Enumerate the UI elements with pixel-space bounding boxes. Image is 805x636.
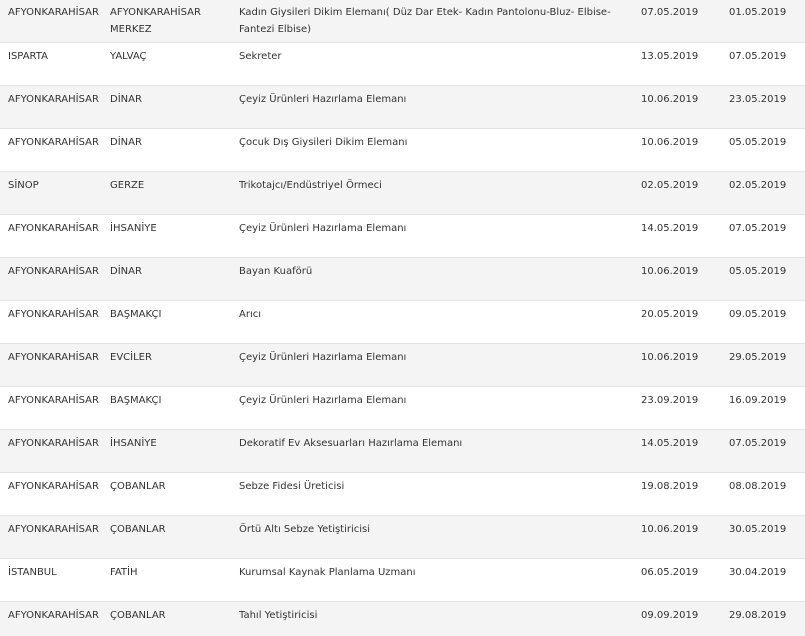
start-date-cell: 09.09.2019 <box>641 610 699 621</box>
city-cell: AFYONKARAHİSAR <box>8 266 99 277</box>
course-cell: Çocuk Dış Giysileri Dikim Elemanı <box>239 137 408 148</box>
district-cell: ÇOBANLAR <box>110 524 166 535</box>
city-cell: AFYONKARAHİSAR <box>8 7 99 18</box>
end-date-cell: 07.05.2019 <box>729 223 787 234</box>
table-row[interactable]: AFYONKARAHİSAR ÇOBANLAR Tahıl Yetiştiricis… <box>0 602 805 636</box>
table-row[interactable]: AFYONKARAHİSAR EVCİLER Çeyiz Ürünleri Hazı… <box>0 344 805 387</box>
district-cell: AFYONKARAHİSAR MERKEZ <box>110 7 201 35</box>
table-row[interactable]: AFYONKARAHİSAR AFYONKARAHİSAR MERKEZ Kadın… <box>0 0 805 43</box>
city-cell: AFYONKARAHİSAR <box>8 395 99 406</box>
district-cell: ÇOBANLAR <box>110 610 166 621</box>
city-cell: AFYONKARAHİSAR <box>8 137 99 148</box>
city-cell: ISPARTA <box>8 51 48 62</box>
district-cell: YALVAÇ <box>110 51 147 62</box>
table-row[interactable]: AFYONKARAHİSAR BAŞMAKÇI Arıcı 20.05.2019 09.… <box>0 301 805 344</box>
end-date-cell: 08.08.2019 <box>729 481 787 492</box>
city-cell: AFYONKARAHİSAR <box>8 524 99 535</box>
course-cell: Sebze Fidesi Üreticisi <box>239 481 345 492</box>
start-date-cell: 10.06.2019 <box>641 94 699 105</box>
city-cell: AFYONKARAHİSAR <box>8 94 99 105</box>
course-cell: Bayan Kuaförü <box>239 266 313 277</box>
start-date-cell: 10.06.2019 <box>641 524 699 535</box>
district-cell: DİNAR <box>110 94 142 105</box>
table-row[interactable]: AFYONKARAHİSAR ÇOBANLAR Sebze Fidesi Üreti… <box>0 473 805 516</box>
end-date-cell: 02.05.2019 <box>729 180 787 191</box>
course-cell: Tahıl Yetiştiricisi <box>239 610 318 621</box>
district-cell: FATİH <box>110 567 138 578</box>
table-row[interactable]: AFYONKARAHİSAR DİNAR Çeyiz Ürünleri Hazırl… <box>0 86 805 129</box>
start-date-cell: 07.05.2019 <box>641 7 699 18</box>
city-cell: AFYONKARAHİSAR <box>8 610 99 621</box>
start-date-cell: 14.05.2019 <box>641 223 699 234</box>
end-date-cell: 23.05.2019 <box>729 94 787 105</box>
district-cell: İHSANİYE <box>110 223 157 234</box>
course-cell: Kadın Giysileri Dikim Elemanı( Düz Dar E… <box>239 7 611 35</box>
table-row[interactable]: AFYONKARAHİSAR İHSANİYE Dekoratif Ev Akses… <box>0 430 805 473</box>
end-date-cell: 05.05.2019 <box>729 266 787 277</box>
start-date-cell: 06.05.2019 <box>641 567 699 578</box>
course-cell: Çeyiz Ürünleri Hazırlama Elemanı <box>239 94 407 105</box>
end-date-cell: 07.05.2019 <box>729 438 787 449</box>
district-cell: GERZE <box>110 180 145 191</box>
start-date-cell: 20.05.2019 <box>641 309 699 320</box>
end-date-cell: 16.09.2019 <box>729 395 787 406</box>
district-cell: EVCİLER <box>110 352 152 363</box>
table-row[interactable]: SİNOP GERZE Trikotajcı/Endüstriyel Örmeci 0… <box>0 172 805 215</box>
district-cell: DİNAR <box>110 266 142 277</box>
start-date-cell: 02.05.2019 <box>641 180 699 191</box>
course-cell: Örtü Altı Sebze Yetiştiricisi <box>239 524 371 535</box>
table-row[interactable]: AFYONKARAHİSAR DİNAR Çocuk Dış Giysileri D… <box>0 129 805 172</box>
table-row[interactable]: ISPARTA YALVAÇ Sekreter 13.05.2019 07.05.201… <box>0 43 805 86</box>
city-cell: SİNOP <box>8 180 39 191</box>
table-row[interactable]: AFYONKARAHİSAR İHSANİYE Çeyiz Ürünleri Haz… <box>0 215 805 258</box>
table-row[interactable]: AFYONKARAHİSAR BAŞMAKÇI Çeyiz Ürünleri Haz… <box>0 387 805 430</box>
table-row[interactable]: AFYONKARAHİSAR ÇOBANLAR Örtü Altı Sebze Ye… <box>0 516 805 559</box>
end-date-cell: 05.05.2019 <box>729 137 787 148</box>
course-cell: Arıcı <box>239 309 262 320</box>
district-cell: BAŞMAKÇI <box>110 309 162 320</box>
course-cell: Çeyiz Ürünleri Hazırlama Elemanı <box>239 223 407 234</box>
start-date-cell: 13.05.2019 <box>641 51 699 62</box>
start-date-cell: 10.06.2019 <box>641 352 699 363</box>
course-cell: Trikotajcı/Endüstriyel Örmeci <box>239 180 382 191</box>
city-cell: AFYONKARAHİSAR <box>8 223 99 234</box>
end-date-cell: 30.04.2019 <box>729 567 787 578</box>
city-cell: AFYONKARAHİSAR <box>8 309 99 320</box>
course-cell: Dekoratif Ev Aksesuarları Hazırlama Elem… <box>239 438 463 449</box>
course-cell: Çeyiz Ürünleri Hazırlama Elemanı <box>239 395 407 406</box>
end-date-cell: 07.05.2019 <box>729 51 787 62</box>
city-cell: AFYONKARAHİSAR <box>8 352 99 363</box>
table-row[interactable]: AFYONKARAHİSAR DİNAR Bayan Kuaförü 10.06.20… <box>0 258 805 301</box>
start-date-cell: 23.09.2019 <box>641 395 699 406</box>
district-cell: BAŞMAKÇI <box>110 395 162 406</box>
district-cell: ÇOBANLAR <box>110 481 166 492</box>
district-cell: DİNAR <box>110 137 142 148</box>
end-date-cell: 29.05.2019 <box>729 352 787 363</box>
city-cell: AFYONKARAHİSAR <box>8 438 99 449</box>
course-cell: Sekreter <box>239 51 282 62</box>
start-date-cell: 10.06.2019 <box>641 137 699 148</box>
district-cell: İHSANİYE <box>110 438 157 449</box>
city-cell: İSTANBUL <box>8 567 57 578</box>
start-date-cell: 19.08.2019 <box>641 481 699 492</box>
end-date-cell: 30.05.2019 <box>729 524 787 535</box>
table-row[interactable]: İSTANBUL FATİH Kurumsal Kaynak Planlama Uz… <box>0 559 805 602</box>
end-date-cell: 01.05.2019 <box>729 7 787 18</box>
end-date-cell: 29.08.2019 <box>729 610 787 621</box>
course-cell: Çeyiz Ürünleri Hazırlama Elemanı <box>239 352 407 363</box>
start-date-cell: 10.06.2019 <box>641 266 699 277</box>
end-date-cell: 09.05.2019 <box>729 309 787 320</box>
start-date-cell: 14.05.2019 <box>641 438 699 449</box>
city-cell: AFYONKARAHİSAR <box>8 481 99 492</box>
course-table: AFYONKARAHİSAR AFYONKARAHİSAR MERKEZ Kadın… <box>0 0 805 636</box>
course-cell: Kurumsal Kaynak Planlama Uzmanı <box>239 567 416 578</box>
